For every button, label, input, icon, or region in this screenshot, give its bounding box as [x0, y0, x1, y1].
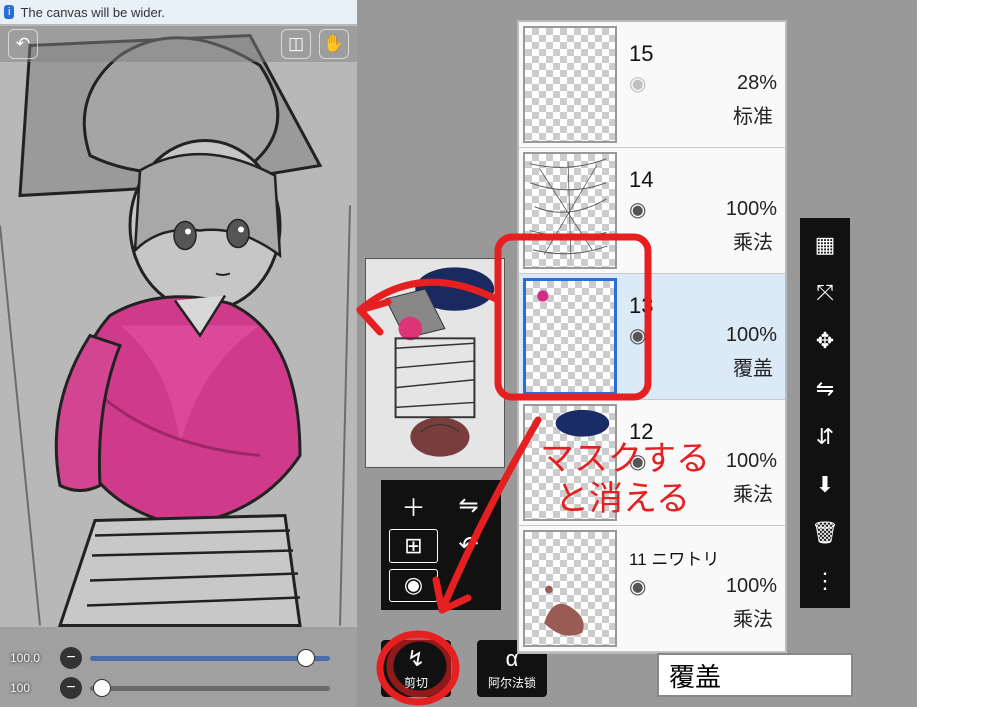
layer-blend-mode: 乘法	[733, 478, 773, 507]
visibility-icon[interactable]: ◉	[629, 197, 646, 222]
layer-blend-mode: 标准	[733, 100, 773, 129]
clip-icon: ↯	[407, 646, 425, 672]
top-toolbar: ↶ ◫ ✋	[0, 26, 357, 62]
brush-sliders: 100.0 − 100 −	[10, 647, 330, 699]
clip-button[interactable]: ↯ 剪切	[381, 640, 451, 697]
layer-opacity: 100%	[726, 450, 777, 473]
layer-number: 15	[629, 41, 777, 67]
canvas-area[interactable]	[0, 24, 357, 627]
layer-list[interactable]: 15 ◉ 28% 标准 14 ◉ 100%	[517, 20, 787, 654]
rotate-ccw-button[interactable]: ↶	[444, 529, 493, 563]
layer-opacity: 100%	[726, 324, 777, 347]
camera-import-button[interactable]: ◉	[389, 569, 438, 603]
clip-label: 剪切	[404, 674, 428, 691]
layer-blend-mode: 覆盖	[733, 352, 773, 381]
select-tool-button[interactable]: ◫	[281, 29, 311, 59]
layer-blend-mode: 乘法	[733, 226, 773, 255]
layer-info: 13 ◉ 100% 覆盖	[621, 274, 785, 399]
layer-opacity: 100%	[726, 575, 777, 598]
brush-size-thumb[interactable]	[297, 649, 315, 667]
more-options-button[interactable]: ⋮	[800, 564, 850, 598]
hand-tool-button[interactable]: ✋	[319, 29, 349, 59]
add-layer-button[interactable]: ＋	[389, 488, 438, 523]
merge-down-button[interactable]: ⬇	[800, 468, 850, 502]
opacity-thumb[interactable]	[93, 679, 111, 697]
delete-layer-button[interactable]: 🗑	[800, 516, 850, 550]
layer-thumb[interactable]	[523, 278, 617, 395]
layer-item-15[interactable]: 15 ◉ 28% 标准	[519, 22, 785, 148]
flip-v-button[interactable]: ⇵	[800, 420, 850, 454]
undo-button[interactable]: ↶	[8, 29, 38, 59]
tutorial-badge: i	[4, 5, 14, 19]
app-canvas-panel: i The canvas will be wider.	[0, 0, 357, 707]
layer-opacity: 100%	[726, 198, 777, 221]
visibility-icon[interactable]: ◉	[629, 574, 646, 599]
tutorial-banner: i The canvas will be wider.	[0, 0, 357, 24]
opacity-slider[interactable]: 100 −	[10, 677, 330, 699]
empty-margin	[857, 0, 999, 707]
layer-info: 14 ◉ 100% 乘法	[621, 148, 785, 273]
layer-number: 11 ニワトリ	[629, 545, 777, 570]
checker-toggle-button[interactable]: ▦	[800, 228, 850, 262]
brush-size-slider[interactable]: 100.0 −	[10, 647, 330, 669]
alpha-lock-label: 阿尔法锁	[488, 674, 536, 691]
opacity-track[interactable]	[90, 686, 330, 691]
layer-opacity: 28%	[737, 72, 777, 95]
layer-info: 15 ◉ 28% 标准	[621, 22, 785, 147]
duplicate-layer-button[interactable]: ⊞	[389, 529, 438, 563]
layer-number: 12	[629, 419, 777, 445]
layers-panel: ＋ ⇋ ⊞ ↶ ◉ ↯ 剪切 α 阿尔法锁 15 ◉ 28% 标准	[357, 0, 857, 707]
right-toolstrip: ▦ ⤧ ✥ ⇋ ⇵ ⬇ 🗑 ⋮	[800, 218, 850, 608]
blend-mode-value: 覆盖	[669, 657, 721, 694]
visibility-icon[interactable]: ◉	[629, 71, 646, 96]
layer-thumb[interactable]	[523, 26, 617, 143]
reference-thumbnail[interactable]	[365, 258, 505, 468]
brush-size-value: 100.0	[10, 651, 52, 665]
brush-size-decrement[interactable]: −	[60, 647, 82, 669]
layer-thumb[interactable]	[523, 530, 617, 647]
flip-horizontal-button[interactable]: ⇋	[444, 488, 493, 523]
layer-number: 14	[629, 167, 777, 193]
layer-blend-mode: 乘法	[733, 603, 773, 632]
layer-item-11[interactable]: 11 ニワトリ ◉ 100% 乘法	[519, 526, 785, 652]
layer-item-12[interactable]: 12 ◉ 100% 乘法	[519, 400, 785, 526]
tutorial-text: The canvas will be wider.	[20, 5, 165, 20]
layer-info: 11 ニワトリ ◉ 100% 乘法	[621, 526, 785, 651]
flip-h-button[interactable]: ⇋	[800, 372, 850, 406]
layer-item-14[interactable]: 14 ◉ 100% 乘法	[519, 148, 785, 274]
visibility-icon[interactable]: ◉	[629, 449, 646, 474]
layer-thumb[interactable]	[523, 404, 617, 521]
layer-item-13[interactable]: 13 ◉ 100% 覆盖	[519, 274, 785, 400]
layer-number: 13	[629, 293, 777, 319]
opacity-value: 100	[10, 681, 52, 695]
layer-tools: ＋ ⇋ ⊞ ↶ ◉	[381, 480, 501, 610]
layer-info: 12 ◉ 100% 乘法	[621, 400, 785, 525]
canvas-drawing[interactable]	[0, 24, 357, 627]
layer-thumb[interactable]	[523, 152, 617, 269]
move-button[interactable]: ✥	[800, 324, 850, 358]
brush-size-track[interactable]	[90, 656, 330, 661]
visibility-icon[interactable]: ◉	[629, 323, 646, 348]
transform-button[interactable]: ⤧	[800, 276, 850, 310]
blend-mode-selector[interactable]: 覆盖	[657, 653, 853, 697]
opacity-decrement[interactable]: −	[60, 677, 82, 699]
